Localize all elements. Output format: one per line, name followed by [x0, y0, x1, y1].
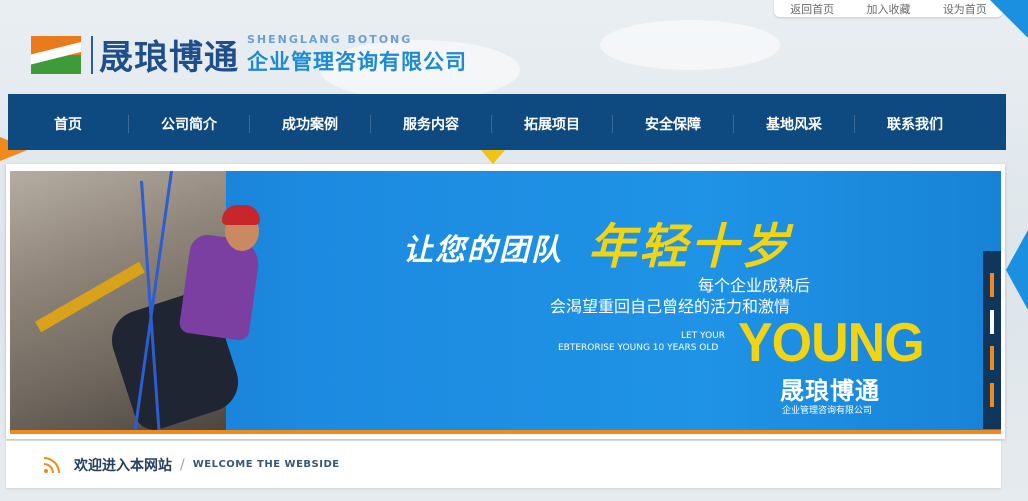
ice-decoration — [600, 20, 780, 70]
top-links-bar: 返回首页 加入收藏 设为首页 — [774, 0, 1003, 17]
banner-brand-sub: 企业管理咨询有限公司 — [782, 406, 873, 416]
nav-item-base[interactable]: 基地风采 — [734, 114, 854, 134]
right-decoration — [1006, 230, 1028, 310]
banner-english-tagline: EBTERORISE YOUNG 10 YEARS OLD — [558, 343, 719, 353]
banner-young: YOUNG — [738, 312, 925, 374]
hero-banner: 让您的团队 年轻十岁 每个企业成熟后 会渴望重回自己曾经的活力和激情 LET Y… — [6, 164, 1005, 439]
banner-slogan: 让您的团队 — [403, 233, 563, 268]
site-logo[interactable]: 晟琅博通 SHENGLANG BOTONG 企业管理咨询有限公司 — [31, 30, 467, 79]
rss-icon — [44, 456, 60, 473]
slider-dot-1[interactable] — [990, 273, 994, 298]
nav-item-about[interactable]: 公司简介 — [129, 114, 249, 134]
welcome-bar: 欢迎进入本网站 / WELCOME THE WEBSIDE — [6, 441, 1001, 488]
set-homepage-link[interactable]: 设为首页 — [943, 1, 987, 17]
slider-nav — [983, 251, 1001, 429]
logo-company-type: 企业管理咨询有限公司 — [247, 50, 467, 74]
logo-english: SHENGLANG BOTONG — [247, 33, 413, 46]
climber-photo — [222, 205, 260, 225]
bookmark-link[interactable]: 加入收藏 — [866, 1, 910, 17]
slider-dot-3[interactable] — [990, 346, 994, 371]
banner-slogan-highlight: 年轻十岁 — [588, 219, 793, 275]
banner-brand: 晟琅博通 — [780, 377, 880, 405]
welcome-separator: / — [180, 456, 185, 473]
welcome-title: 欢迎进入本网站 — [74, 457, 172, 474]
corner-decoration — [990, 0, 1028, 38]
banner-let-your: LET YOUR — [681, 331, 725, 341]
nav-item-cases[interactable]: 成功案例 — [250, 114, 370, 134]
nav-item-services[interactable]: 服务内容 — [371, 114, 491, 134]
logo-divider — [91, 35, 93, 74]
nav-item-contact[interactable]: 联系我们 — [855, 114, 975, 134]
logo-subtitle: SHENGLANG BOTONG 企业管理咨询有限公司 — [247, 33, 467, 76]
nav-item-home[interactable]: 首页 — [8, 114, 128, 134]
slider-dot-2[interactable] — [990, 309, 994, 334]
welcome-english: WELCOME THE WEBSIDE — [192, 459, 340, 470]
banner-bottom-bar — [10, 430, 1001, 434]
logo-mark-icon — [31, 35, 81, 74]
nav-item-safety[interactable]: 安全保障 — [613, 114, 733, 134]
logo-name: 晟琅博通 — [99, 38, 239, 78]
nav-items: 首页 公司简介 成功案例 服务内容 拓展项目 安全保障 基地风采 联系我们 — [8, 98, 1006, 150]
home-link[interactable]: 返回首页 — [790, 1, 834, 17]
nav-item-projects[interactable]: 拓展项目 — [492, 114, 612, 134]
banner-slide[interactable]: 让您的团队 年轻十岁 每个企业成熟后 会渴望重回自己曾经的活力和激情 LET Y… — [10, 171, 1001, 434]
yellow-decoration — [481, 150, 505, 164]
slider-dot-4[interactable] — [990, 382, 994, 407]
main-nav: 首页 公司简介 成功案例 服务内容 拓展项目 安全保障 基地风采 联系我们 — [8, 94, 1006, 150]
